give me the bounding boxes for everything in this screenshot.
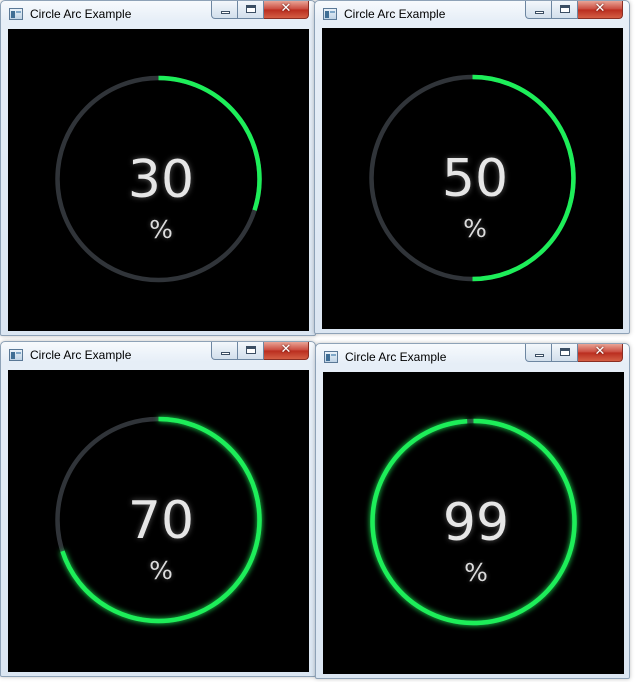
minimize-button[interactable] <box>211 1 238 19</box>
window-client-area: 70 % <box>8 370 309 672</box>
window-title: Circle Arc Example <box>344 7 446 21</box>
percent-value: 99 <box>442 493 510 553</box>
maximize-button[interactable] <box>552 344 578 362</box>
close-button[interactable]: ✕ <box>578 1 623 19</box>
window-title: Circle Arc Example <box>30 7 132 21</box>
window-client-area: 50 % <box>322 28 623 329</box>
maximize-icon <box>560 348 570 356</box>
percent-value: 50 <box>441 149 509 209</box>
app-window-icon[interactable] <box>9 8 23 20</box>
circle-arc-window-4: Circle Arc Example ✕ 99 % <box>315 343 630 679</box>
close-button[interactable]: ✕ <box>264 1 309 19</box>
app-window-icon[interactable] <box>9 349 23 361</box>
minimize-button[interactable] <box>525 344 552 362</box>
window-title: Circle Arc Example <box>345 350 447 364</box>
circle-arc-window-2: Circle Arc Example ✕ 50 % <box>314 0 630 334</box>
window-title: Circle Arc Example <box>30 348 132 362</box>
maximize-icon <box>246 5 256 13</box>
percent-value: 30 <box>127 150 195 210</box>
circle-arc-window-3: Circle Arc Example ✕ 70 % <box>0 341 316 677</box>
maximize-button[interactable] <box>552 1 578 19</box>
close-icon: ✕ <box>594 344 606 359</box>
minimize-icon <box>535 354 544 357</box>
window-client-area: 30 % <box>8 29 309 331</box>
maximize-icon <box>246 346 256 354</box>
close-button[interactable]: ✕ <box>264 342 309 360</box>
window-controls: ✕ <box>211 342 309 361</box>
minimize-button[interactable] <box>211 342 238 360</box>
title-bar[interactable]: Circle Arc Example ✕ <box>315 1 629 27</box>
title-bar[interactable]: Circle Arc Example ✕ <box>316 344 629 370</box>
minimize-icon <box>221 11 230 14</box>
percent-unit: % <box>149 215 173 244</box>
minimize-icon <box>221 352 230 355</box>
close-icon: ✕ <box>280 1 292 16</box>
close-icon: ✕ <box>280 342 292 357</box>
minimize-icon <box>535 11 544 14</box>
screenshot-collage: Circle Arc Example ✕ 30 % Circle Arc Exa… <box>0 0 635 682</box>
window-controls: ✕ <box>211 1 309 20</box>
app-window-icon[interactable] <box>323 8 337 20</box>
percent-unit: % <box>463 214 487 243</box>
percent-unit: % <box>149 556 173 585</box>
close-button[interactable]: ✕ <box>578 344 623 362</box>
percent-unit: % <box>464 558 488 587</box>
title-bar[interactable]: Circle Arc Example ✕ <box>1 1 315 27</box>
window-controls: ✕ <box>525 1 623 20</box>
app-window-icon[interactable] <box>324 351 338 363</box>
maximize-button[interactable] <box>238 1 264 19</box>
maximize-button[interactable] <box>238 342 264 360</box>
percent-value: 70 <box>127 491 195 551</box>
minimize-button[interactable] <box>525 1 552 19</box>
circle-arc-window-1: Circle Arc Example ✕ 30 % <box>0 0 316 336</box>
window-client-area: 99 % <box>323 372 624 674</box>
title-bar[interactable]: Circle Arc Example ✕ <box>1 342 315 368</box>
window-controls: ✕ <box>525 344 623 363</box>
close-icon: ✕ <box>594 1 606 16</box>
maximize-icon <box>560 5 570 13</box>
